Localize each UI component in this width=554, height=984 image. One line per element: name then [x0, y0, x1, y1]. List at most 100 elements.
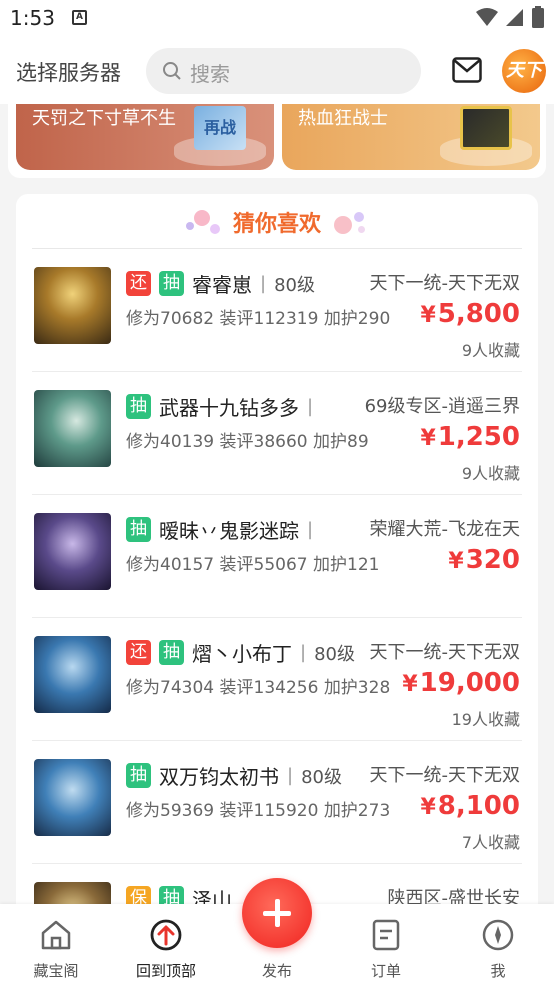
- item-name: 暧昧丷鬼影迷踪: [159, 519, 299, 543]
- item-stats: 修为40157 装评55067 加护121: [126, 550, 379, 575]
- item-stats: 修为40139 装评38660 加护89: [126, 427, 369, 452]
- separator: |: [307, 396, 314, 417]
- banner-area: 天罚之下寸草不生 再战 热血狂战士: [0, 104, 554, 182]
- nav-back-to-top[interactable]: 回到顶部: [126, 918, 206, 981]
- item-stats: 修为70682 装评112319 加护290: [126, 304, 390, 329]
- tag-draw: 抽: [159, 640, 184, 665]
- plus-icon-vertical: [275, 899, 280, 927]
- status-time: 1:53: [10, 6, 55, 30]
- item-favorites: 7人收藏: [461, 833, 520, 852]
- list-item[interactable]: 还 抽 睿睿崽 | 80级 天下一统-天下无双 修为70682 装评112319…: [16, 249, 538, 372]
- item-thumbnail: [34, 759, 111, 836]
- item-price: ¥19,000: [402, 668, 520, 698]
- item-name: 熠丶小布丁: [192, 642, 292, 666]
- banner-card-1[interactable]: 天罚之下寸草不生 再战: [16, 104, 274, 170]
- search-placeholder: 搜索: [190, 62, 230, 86]
- currency-symbol: ¥: [420, 303, 436, 328]
- price-value: 19,000: [419, 668, 520, 698]
- item-thumbnail: [34, 636, 111, 713]
- battery-icon: [532, 6, 544, 28]
- nav-orders-label: 订单: [370, 962, 401, 980]
- item-favorites: 9人收藏: [461, 464, 520, 483]
- item-name: 双万钧太初书: [159, 765, 279, 789]
- banner-container: 天罚之下寸草不生 再战 热血狂战士: [8, 104, 546, 178]
- banner-card-image: [460, 106, 512, 150]
- stat-jiahu: 加护273: [323, 801, 391, 821]
- item-thumbnail: [34, 267, 111, 344]
- tag-draw: 抽: [159, 271, 184, 296]
- publish-label: 发布: [261, 962, 292, 980]
- stat-zhuangping: 装评115920: [219, 801, 319, 821]
- avatar[interactable]: 天下: [502, 49, 546, 93]
- tag-draw: 抽: [126, 394, 151, 419]
- mail-icon[interactable]: [452, 57, 482, 83]
- stat-xiuwei: 修为74304: [126, 678, 215, 698]
- section-header: 猜你喜欢: [16, 194, 538, 248]
- tag-draw: 抽: [126, 763, 151, 788]
- stat-zhuangping: 装评38660: [219, 432, 308, 452]
- item-title-row: 抽 双万钧太初书 | 80级: [126, 761, 342, 790]
- item-server: 天下一统-天下无双: [369, 273, 521, 294]
- stat-zhuangping: 装评55067: [219, 555, 308, 575]
- item-level: 80级: [314, 643, 355, 665]
- nav-me[interactable]: 我: [458, 918, 538, 981]
- list-item[interactable]: 抽 武器十九钻多多 | 69级专区-逍遥三界 修为40139 装评38660 加…: [16, 372, 538, 495]
- currency-symbol: ¥: [420, 426, 436, 451]
- nav-orders[interactable]: 订单: [346, 918, 426, 981]
- item-level: 80级: [301, 766, 342, 788]
- item-thumbnail: [34, 390, 111, 467]
- banner-card-image: 再战: [194, 106, 246, 150]
- server-select-button[interactable]: 选择服务器: [16, 57, 121, 87]
- stat-jiahu: 加护89: [313, 432, 369, 452]
- item-name: 武器十九钻多多: [159, 396, 299, 420]
- status-bar: 1:53 A: [0, 0, 554, 38]
- separator: |: [260, 273, 267, 294]
- currency-symbol: ¥: [448, 549, 464, 574]
- nav-home[interactable]: 藏宝阁: [16, 918, 96, 981]
- publish-button[interactable]: [242, 878, 312, 948]
- stat-xiuwei: 修为70682: [126, 309, 215, 329]
- item-title-row: 抽 武器十九钻多多 |: [126, 392, 313, 421]
- tag-return: 还: [126, 271, 151, 296]
- search-input[interactable]: 搜索: [146, 48, 421, 94]
- home-icon: [41, 920, 71, 950]
- item-name: 睿睿崽: [192, 273, 252, 297]
- stat-xiuwei: 修为59369: [126, 801, 215, 821]
- item-server: 天下一统-天下无双: [369, 642, 521, 663]
- stat-zhuangping: 装评112319: [219, 309, 319, 329]
- currency-symbol: ¥: [420, 795, 436, 820]
- nav-me-label: 我: [490, 962, 506, 980]
- item-favorites: 19人收藏: [451, 710, 520, 729]
- notification-badge-icon: A: [72, 10, 87, 25]
- price-value: 5,800: [437, 299, 520, 329]
- item-title-row: 抽 暧昧丷鬼影迷踪 |: [126, 515, 313, 544]
- item-server: 69级专区-逍遥三界: [364, 396, 520, 417]
- nav-home-label: 藏宝阁: [33, 962, 79, 980]
- search-icon: [163, 62, 181, 80]
- stat-jiahu: 加护290: [323, 309, 391, 329]
- banner-card-2[interactable]: 热血狂战士: [282, 104, 540, 170]
- stat-jiahu: 加护121: [313, 555, 380, 575]
- system-icons: [476, 6, 544, 28]
- separator: |: [300, 642, 307, 663]
- item-level: 80级: [274, 274, 315, 296]
- list-item[interactable]: 还 抽 熠丶小布丁 | 80级 天下一统-天下无双 修为74304 装评1342…: [16, 618, 538, 741]
- separator: |: [307, 519, 314, 540]
- recommend-list: 猜你喜欢 还 抽 睿睿崽 | 80级 天下一统-天下无双 修为70682 装评1…: [16, 194, 538, 954]
- currency-symbol: ¥: [402, 672, 418, 697]
- item-favorites: 9人收藏: [461, 341, 520, 360]
- section-title: 猜你喜欢: [232, 212, 321, 237]
- orders-icon: [372, 919, 400, 951]
- banner-text: 天罚之下寸草不生: [32, 108, 176, 129]
- wifi-icon: [476, 8, 498, 26]
- price-value: 8,100: [437, 791, 520, 821]
- tag-draw: 抽: [126, 517, 151, 542]
- separator: |: [287, 765, 294, 786]
- list-item[interactable]: 抽 双万钧太初书 | 80级 天下一统-天下无双 修为59369 装评11592…: [16, 741, 538, 864]
- list-item[interactable]: 抽 暧昧丷鬼影迷踪 | 荣耀大荒-飞龙在天 修为40157 装评55067 加护…: [16, 495, 538, 618]
- item-title-row: 还 抽 熠丶小布丁 | 80级: [126, 638, 355, 667]
- stat-xiuwei: 修为40157: [126, 555, 215, 575]
- arrow-up-circle-icon: [150, 919, 182, 951]
- compass-icon: [482, 919, 514, 951]
- item-server: 天下一统-天下无双: [369, 765, 521, 786]
